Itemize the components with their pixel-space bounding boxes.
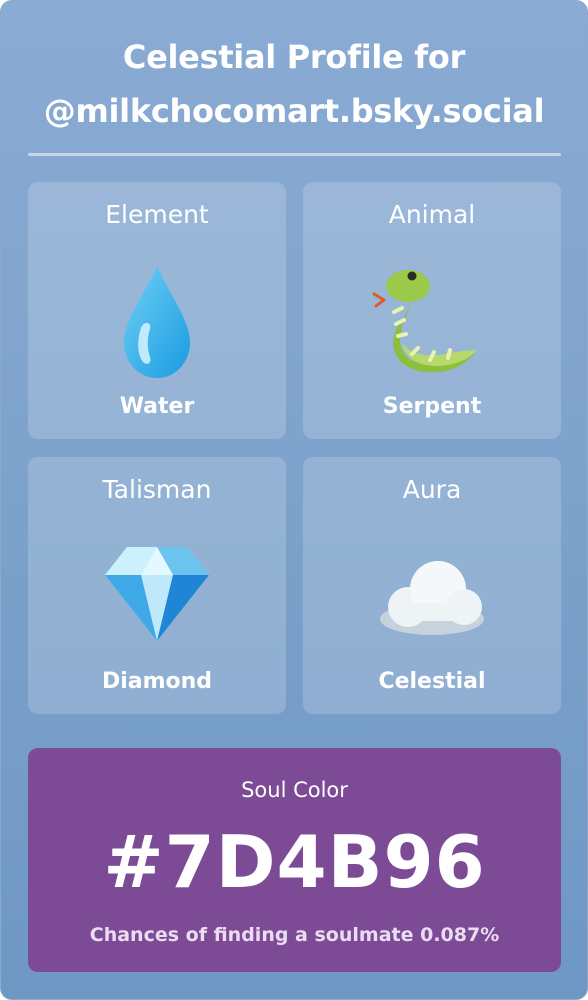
aura-value: Celestial [378, 669, 486, 694]
talisman-label: Talisman [102, 475, 212, 504]
element-tile: Element Water [28, 182, 286, 439]
profile-title: Celestial Profile for [122, 38, 466, 76]
element-value: Water [119, 394, 195, 419]
title-divider [28, 153, 561, 156]
animal-tile: Animal Serpent [303, 182, 561, 439]
talisman-value: Diamond [101, 669, 213, 694]
element-label: Element [105, 200, 209, 229]
aura-label: Aura [402, 475, 462, 504]
snake-icon [372, 262, 492, 382]
soul-color-panel: Soul Color #7D4B96 Chances of finding a … [28, 748, 561, 972]
animal-label: Animal [388, 200, 476, 229]
profile-handle: @milkchocomart.bsky.social [43, 92, 545, 130]
soulmate-chance-text: Chances of finding a soulmate 0.087% [89, 924, 500, 946]
soul-color-hex: #7D4B96 [103, 820, 486, 904]
talisman-tile: Talisman Diamond [28, 457, 286, 714]
soul-color-label: Soul Color [241, 778, 348, 802]
cloud-icon [372, 537, 492, 657]
gem-icon [97, 537, 217, 657]
water-drop-icon [97, 262, 217, 382]
aura-tile: Aura Celestial [303, 457, 561, 714]
celestial-profile-card: Celestial Profile for @milkchocomart.bsk… [0, 0, 588, 1000]
animal-value: Serpent [382, 394, 482, 419]
